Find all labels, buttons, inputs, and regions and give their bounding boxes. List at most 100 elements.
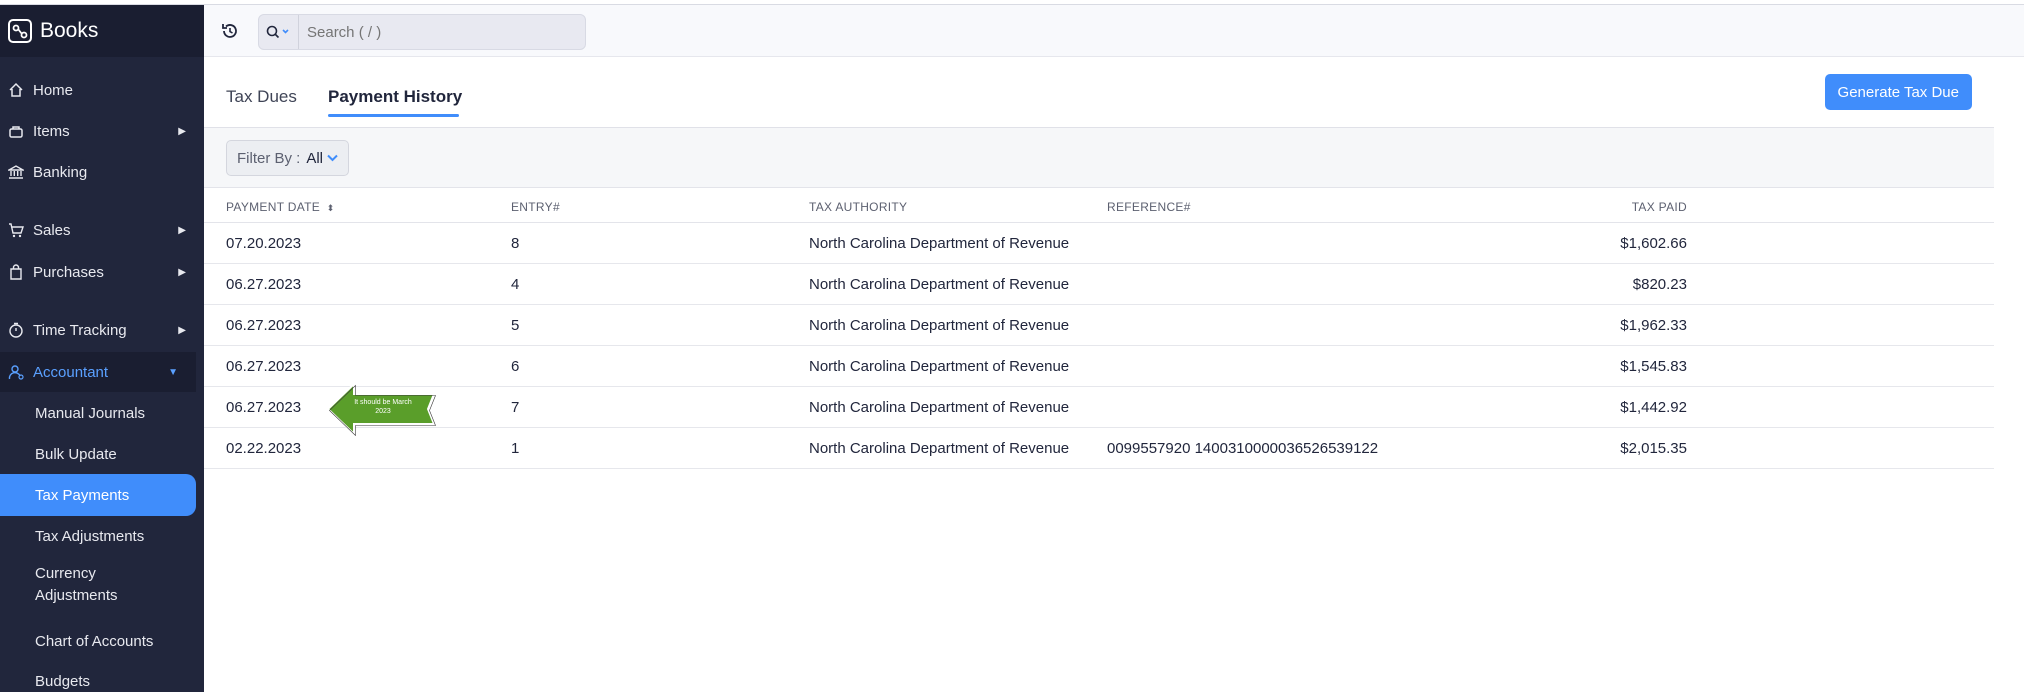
search-box[interactable] xyxy=(258,14,586,50)
expand-arrow-icon[interactable]: ▶ xyxy=(178,267,186,278)
sidebar-subitem-label: Tax Adjustments xyxy=(35,527,145,545)
sidebar-subitem-chart-of-accounts[interactable]: Chart of Accounts xyxy=(0,625,204,657)
table-row[interactable]: 07.20.2023 8 North Carolina Department o… xyxy=(204,223,1994,264)
books-logo-icon xyxy=(8,19,32,43)
cell-entry: 5 xyxy=(511,317,520,334)
sidebar-item-label: Accountant xyxy=(33,363,109,381)
sidebar-subitem-label: Chart of Accounts xyxy=(35,632,154,650)
column-header-entry: ENTRY# xyxy=(511,200,560,214)
active-tab-indicator xyxy=(328,114,459,117)
cell-tax-paid: $820.23 xyxy=(1632,276,1687,293)
annotation-note: It should be March 2023 xyxy=(354,399,412,415)
accountant-icon xyxy=(7,363,25,381)
generate-tax-due-button[interactable]: Generate Tax Due xyxy=(1824,74,1972,110)
table-row[interactable]: 06.27.2023 5 North Carolina Department o… xyxy=(204,305,1994,346)
brand[interactable]: Books xyxy=(0,5,204,57)
cell-tax-authority: North Carolina Department of Revenue xyxy=(809,317,1070,334)
sidebar-item-banking[interactable]: Banking xyxy=(0,152,204,192)
top-bar xyxy=(204,5,2024,57)
sidebar-subitem-currency-adjustments[interactable]: Currency Adjustments xyxy=(0,561,150,609)
expand-arrow-icon[interactable]: ▶ xyxy=(178,225,186,236)
sidebar-subitem-tax-payments[interactable]: Tax Payments xyxy=(0,474,196,516)
sort-icon[interactable]: ⬍ xyxy=(327,203,335,213)
search-category-dropdown[interactable] xyxy=(259,15,299,49)
sidebar-item-label: Banking xyxy=(33,163,88,181)
search-input[interactable] xyxy=(299,23,569,41)
column-header-tax-paid: TAX PAID xyxy=(1631,200,1687,214)
expand-arrow-icon[interactable]: ▶ xyxy=(178,126,186,137)
filter-value: All xyxy=(306,149,324,167)
basket-icon xyxy=(7,122,25,140)
cell-tax-authority: North Carolina Department of Revenue xyxy=(809,440,1070,457)
timer-icon xyxy=(7,321,25,339)
sidebar-subitem-label: Bulk Update xyxy=(35,445,117,463)
sidebar-subitem-label: Budgets xyxy=(35,672,91,690)
sidebar-item-label: Items xyxy=(33,122,70,140)
cell-payment-date: 07.20.2023 xyxy=(226,235,302,252)
cell-entry: 4 xyxy=(511,276,520,293)
cell-payment-date: 06.27.2023 xyxy=(226,399,302,416)
column-header-reference: REFERENCE# xyxy=(1107,200,1191,214)
cell-payment-date: 02.22.2023 xyxy=(226,440,302,457)
cell-tax-paid: $1,602.66 xyxy=(1620,235,1687,252)
tab-payment-history[interactable]: Payment History xyxy=(328,87,462,107)
column-header-payment-date[interactable]: PAYMENT DATE ⬍ xyxy=(226,200,335,214)
tab-tax-dues[interactable]: Tax Dues xyxy=(226,87,297,107)
sidebar-subitem-budgets[interactable]: Budgets xyxy=(0,665,204,697)
sidebar-subitem-bulk-update[interactable]: Bulk Update xyxy=(0,438,204,470)
filter-dropdown[interactable]: Filter By : All xyxy=(226,140,350,176)
table-row[interactable]: 02.22.2023 1 North Carolina Department o… xyxy=(204,428,1994,469)
sidebar-subitem-label: Currency Adjustments xyxy=(35,565,118,604)
recent-history-icon[interactable] xyxy=(220,21,240,41)
sidebar-subitem-manual-journals[interactable]: Manual Journals xyxy=(0,397,204,429)
cell-payment-date: 06.27.2023 xyxy=(226,317,302,334)
app-name: Books xyxy=(40,19,99,42)
table-row[interactable]: 06.27.2023 4 North Carolina Department o… xyxy=(204,264,1994,305)
cell-tax-paid: $2,015.35 xyxy=(1620,440,1687,457)
cell-entry: 6 xyxy=(511,358,520,375)
sidebar-item-label: Purchases xyxy=(33,263,104,281)
cell-entry: 7 xyxy=(511,399,520,416)
search-icon xyxy=(266,25,289,39)
cell-tax-authority: North Carolina Department of Revenue xyxy=(809,235,1070,252)
sidebar-item-sales[interactable]: Sales ▶ xyxy=(0,210,204,250)
sidebar-item-time-tracking[interactable]: Time Tracking ▶ xyxy=(0,310,204,350)
sidebar-subitem-tax-adjustments[interactable]: Tax Adjustments xyxy=(0,520,204,552)
tab-bar: Tax Dues Payment History Generate Tax Du… xyxy=(204,57,1994,128)
cell-reference: 0099557920 140031000003652653912​2 xyxy=(1107,440,1379,457)
cell-tax-paid: $1,545.83 xyxy=(1620,358,1687,375)
cell-tax-paid: $1,442.92 xyxy=(1620,399,1687,416)
sidebar-item-accountant[interactable]: Accountant ▼ xyxy=(0,352,196,392)
chevron-down-icon xyxy=(327,151,338,165)
table-row[interactable]: 06.27.2023 6 North Carolina Department o… xyxy=(204,346,1994,387)
column-header-tax-authority: TAX AUTHORITY xyxy=(809,200,908,214)
sidebar-item-purchases[interactable]: Purchases ▶ xyxy=(0,252,204,292)
expand-arrow-icon[interactable]: ▶ xyxy=(178,325,186,336)
sidebar-subitem-label: Tax Payments xyxy=(35,486,130,504)
sidebar-item-home[interactable]: Home xyxy=(0,70,204,110)
sidebar-subitem-label: Manual Journals xyxy=(35,404,146,422)
cell-entry: 1 xyxy=(511,440,520,457)
cell-tax-paid: $1,962.33 xyxy=(1620,317,1687,334)
filter-bar: Filter By : All xyxy=(204,128,1994,188)
header-label: PAYMENT DATE xyxy=(226,200,321,214)
cell-tax-authority: North Carolina Department of Revenue xyxy=(809,399,1070,416)
cell-tax-authority: North Carolina Department of Revenue xyxy=(809,358,1070,375)
home-icon xyxy=(7,81,25,99)
table-header: PAYMENT DATE ⬍ ENTRY# TAX AUTHORITY REFE… xyxy=(204,188,1994,223)
cart-icon xyxy=(7,221,25,239)
cell-entry: 8 xyxy=(511,235,520,252)
sidebar-item-items[interactable]: Items ▶ xyxy=(0,111,204,151)
sidebar-item-label: Home xyxy=(33,81,74,99)
filter-label: Filter By : xyxy=(237,149,301,167)
table-row[interactable]: 06.27.2023 7 North Carolina Department o… xyxy=(204,387,1994,428)
bag-icon xyxy=(7,263,25,281)
cell-payment-date: 06.27.2023 xyxy=(226,358,302,375)
cell-tax-authority: North Carolina Department of Revenue xyxy=(809,276,1070,293)
collapse-arrow-icon[interactable]: ▼ xyxy=(168,367,178,378)
tax-payments-table: PAYMENT DATE ⬍ ENTRY# TAX AUTHORITY REFE… xyxy=(204,188,1994,469)
sidebar-item-label: Sales xyxy=(33,221,71,239)
bank-icon xyxy=(7,163,25,181)
sidebar: Books Home Items ▶ Banking Sales ▶ Purch… xyxy=(0,5,204,692)
cell-payment-date: 06.27.2023 xyxy=(226,276,302,293)
